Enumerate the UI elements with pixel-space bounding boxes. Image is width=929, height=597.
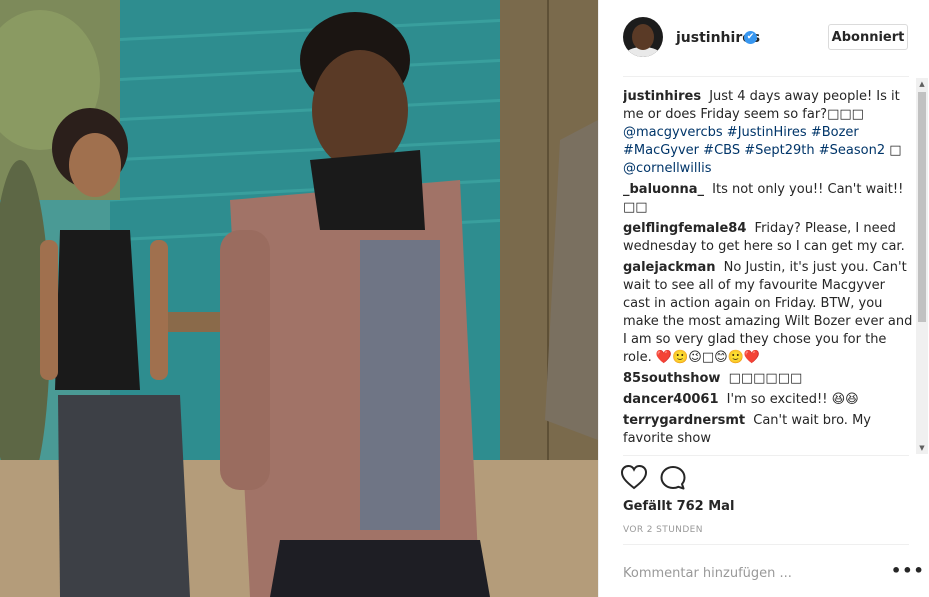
comment-username[interactable]: 85southshow: [623, 371, 720, 386]
caption: justinhires Just 4 days away people! Is …: [623, 88, 913, 178]
post-side-panel: justinhires ✔ Abonniert justinhires Just…: [598, 0, 929, 597]
post-header: justinhires ✔ Abonniert: [599, 0, 929, 76]
comments-scrollbar[interactable]: ▲ ▼: [916, 78, 928, 454]
verified-badge-icon: ✔: [744, 31, 757, 44]
list-item: galejackman No Justin, it's just you. Ca…: [623, 259, 913, 367]
tag-link[interactable]: #MacGyver: [623, 143, 699, 158]
post-actions: [620, 464, 691, 492]
comment-username[interactable]: terrygardnersmt: [623, 413, 745, 428]
comment-username[interactable]: _baluonna_: [623, 182, 704, 197]
photo-image: [0, 0, 598, 597]
caption-username[interactable]: justinhires: [623, 89, 701, 104]
list-item: gelflingfemale84 Friday? Please, I need …: [623, 220, 913, 256]
more-options-icon[interactable]: •••: [891, 563, 924, 582]
following-button[interactable]: Abonniert: [828, 24, 908, 50]
comment-username[interactable]: dancer40061: [623, 392, 719, 407]
comment-input[interactable]: [623, 558, 883, 588]
comment-bubble-icon[interactable]: [660, 466, 686, 490]
mention-link[interactable]: @cornellwillis: [623, 161, 712, 176]
tag-link[interactable]: #Bozer: [811, 125, 859, 140]
tag-link[interactable]: @macgyvercbs: [623, 125, 723, 140]
post-photo[interactable]: [0, 0, 598, 597]
comment-username[interactable]: gelflingfemale84: [623, 221, 746, 236]
scroll-thumb[interactable]: [918, 92, 926, 322]
comment-text: I'm so excited!! 😆😆: [726, 392, 859, 407]
divider: [623, 455, 909, 456]
list-item: 85southshow □□□□□□: [623, 370, 913, 388]
caption-tag-emoji: □: [889, 143, 902, 158]
comments-list[interactable]: justinhires Just 4 days away people! Is …: [623, 88, 913, 454]
divider: [623, 76, 909, 77]
scroll-up-icon[interactable]: ▲: [916, 78, 928, 90]
heart-icon[interactable]: [620, 464, 648, 490]
list-item: _baluonna_ Its not only you!! Can't wait…: [623, 181, 913, 217]
tag-link[interactable]: #Season2: [819, 143, 885, 158]
likes-count[interactable]: Gefällt 762 Mal: [623, 499, 734, 514]
list-item: terrygardnersmt Can't wait bro. My favor…: [623, 412, 913, 448]
comment-username[interactable]: galejackman: [623, 260, 716, 275]
tag-link[interactable]: #Sept29th: [744, 143, 814, 158]
tag-link[interactable]: #CBS: [703, 143, 740, 158]
caption-emoji: □□□: [827, 107, 864, 122]
list-item: dancer40061 I'm so excited!! 😆😆: [623, 391, 913, 409]
comment-text: No Justin, it's just you. Can't wait to …: [623, 260, 913, 365]
tag-link[interactable]: #JustinHires: [727, 125, 807, 140]
divider: [623, 544, 909, 545]
scroll-down-icon[interactable]: ▼: [916, 442, 928, 454]
comment-text: □□□□□□: [728, 371, 803, 386]
post-timestamp[interactable]: VOR 2 STUNDEN: [623, 525, 703, 535]
avatar[interactable]: [623, 17, 663, 57]
